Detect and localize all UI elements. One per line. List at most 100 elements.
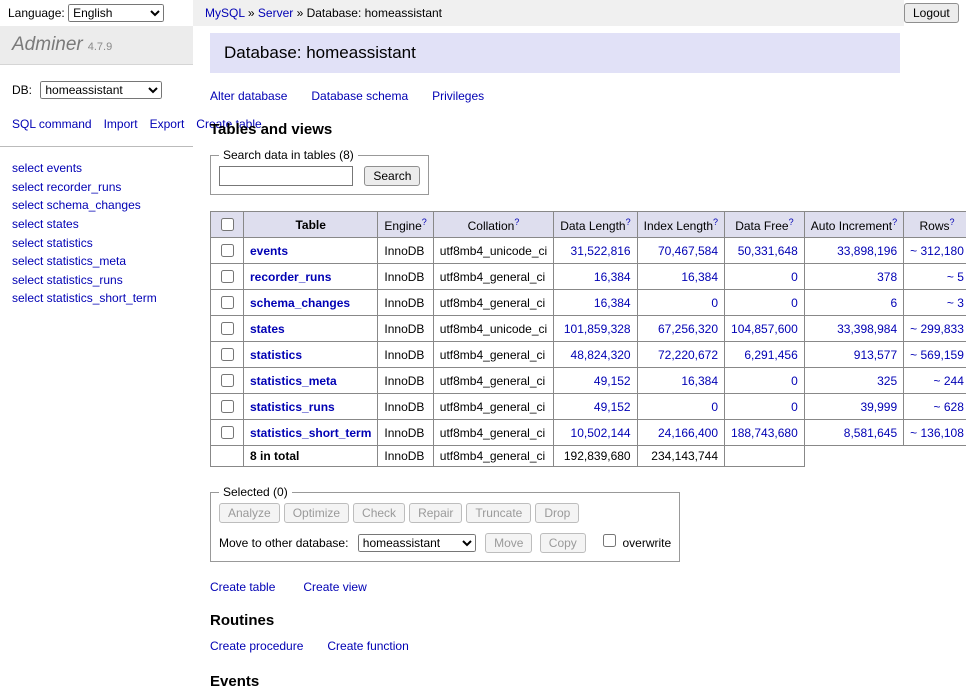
table-name-link[interactable]: statistics_short_term bbox=[250, 426, 371, 440]
optimize-button[interactable]: Optimize bbox=[284, 503, 349, 523]
breadcrumb-link[interactable]: MySQL bbox=[205, 6, 245, 20]
sidebar-link-import[interactable]: Import bbox=[104, 117, 138, 131]
search-input[interactable] bbox=[219, 166, 353, 186]
sidebar-link-export[interactable]: Export bbox=[150, 117, 185, 131]
auto-increment-link[interactable]: 913,577 bbox=[854, 348, 897, 362]
rows-count-link[interactable]: ~ 312,180 bbox=[910, 244, 964, 258]
rows-count-link[interactable]: ~ 3 bbox=[947, 296, 964, 310]
help-link[interactable]: ? bbox=[514, 217, 519, 227]
data-free-link[interactable]: 0 bbox=[791, 270, 798, 284]
sidebar-select-states[interactable]: select states bbox=[12, 215, 181, 234]
move-db-select[interactable]: homeassistant bbox=[358, 534, 476, 552]
index-length-link[interactable]: 0 bbox=[711, 400, 718, 414]
data-free-link[interactable]: 0 bbox=[791, 400, 798, 414]
data-free-link[interactable]: 0 bbox=[791, 374, 798, 388]
check-button[interactable]: Check bbox=[353, 503, 405, 523]
sidebar-link-sql-command[interactable]: SQL command bbox=[12, 117, 92, 131]
link-create-function[interactable]: Create function bbox=[327, 639, 408, 653]
help-link[interactable]: ? bbox=[713, 217, 718, 227]
table-name-link[interactable]: schema_changes bbox=[250, 296, 350, 310]
help-link[interactable]: ? bbox=[892, 217, 897, 227]
row-checkbox[interactable] bbox=[221, 244, 234, 257]
row-checkbox[interactable] bbox=[221, 348, 234, 361]
data-length-link[interactable]: 49,152 bbox=[594, 374, 631, 388]
sidebar-select-statistics_runs[interactable]: select statistics_runs bbox=[12, 271, 181, 290]
app-name[interactable]: Adminer bbox=[12, 34, 83, 55]
sidebar-select-events[interactable]: select events bbox=[12, 159, 181, 178]
data-length-link[interactable]: 48,824,320 bbox=[571, 348, 631, 362]
logout-button[interactable]: Logout bbox=[904, 3, 959, 23]
table-name-link[interactable]: statistics bbox=[250, 348, 302, 362]
help-link[interactable]: ? bbox=[422, 217, 427, 227]
table-name-link[interactable]: events bbox=[250, 244, 288, 258]
data-free-link[interactable]: 0 bbox=[791, 296, 798, 310]
row-checkbox[interactable] bbox=[221, 426, 234, 439]
table-name-link[interactable]: recorder_runs bbox=[250, 270, 331, 284]
rows-count-link[interactable]: ~ 136,108 bbox=[910, 426, 964, 440]
help-link[interactable]: ? bbox=[626, 217, 631, 227]
language-select[interactable]: English bbox=[68, 4, 164, 22]
overwrite-checkbox[interactable] bbox=[603, 534, 616, 547]
row-checkbox[interactable] bbox=[221, 374, 234, 387]
data-free-link[interactable]: 104,857,600 bbox=[731, 322, 798, 336]
row-checkbox[interactable] bbox=[221, 400, 234, 413]
move-button[interactable]: Move bbox=[485, 533, 532, 553]
auto-increment-link[interactable]: 33,398,984 bbox=[837, 322, 897, 336]
auto-increment-link[interactable]: 39,999 bbox=[860, 400, 897, 414]
rows-count-link[interactable]: ~ 244 bbox=[934, 374, 964, 388]
data-free-link[interactable]: 50,331,648 bbox=[738, 244, 798, 258]
index-length-link[interactable]: 16,384 bbox=[681, 270, 718, 284]
sidebar-select-statistics_meta[interactable]: select statistics_meta bbox=[12, 252, 181, 271]
data-length-link[interactable]: 16,384 bbox=[594, 296, 631, 310]
repair-button[interactable]: Repair bbox=[409, 503, 462, 523]
sidebar-select-statistics[interactable]: select statistics bbox=[12, 234, 181, 253]
table-name-link[interactable]: statistics_runs bbox=[250, 400, 335, 414]
sidebar-select-recorder_runs[interactable]: select recorder_runs bbox=[12, 178, 181, 197]
data-length-link[interactable]: 10,502,144 bbox=[571, 426, 631, 440]
copy-button[interactable]: Copy bbox=[540, 533, 586, 553]
index-length-link[interactable]: 24,166,400 bbox=[658, 426, 718, 440]
auto-increment-link[interactable]: 8,581,645 bbox=[844, 426, 897, 440]
breadcrumb-link[interactable]: Server bbox=[258, 6, 293, 20]
row-checkbox[interactable] bbox=[221, 322, 234, 335]
index-length-link[interactable]: 0 bbox=[711, 296, 718, 310]
help-link[interactable]: ? bbox=[950, 217, 955, 227]
index-length-link[interactable]: 72,220,672 bbox=[658, 348, 718, 362]
action-link-privileges[interactable]: Privileges bbox=[432, 89, 484, 103]
row-checkbox[interactable] bbox=[221, 296, 234, 309]
auto-increment-link[interactable]: 378 bbox=[877, 270, 897, 284]
auto-increment-link[interactable]: 33,898,196 bbox=[837, 244, 897, 258]
select-all-checkbox[interactable] bbox=[221, 218, 234, 231]
action-link-database-schema[interactable]: Database schema bbox=[311, 89, 408, 103]
data-length-link[interactable]: 49,152 bbox=[594, 400, 631, 414]
auto-increment-link[interactable]: 6 bbox=[890, 296, 897, 310]
search-button[interactable]: Search bbox=[364, 166, 420, 186]
sidebar-select-schema_changes[interactable]: select schema_changes bbox=[12, 196, 181, 215]
table-name-link[interactable]: statistics_meta bbox=[250, 374, 337, 388]
rows-count-link[interactable]: ~ 299,833 bbox=[910, 322, 964, 336]
data-length-link[interactable]: 31,522,816 bbox=[571, 244, 631, 258]
index-length-link[interactable]: 67,256,320 bbox=[658, 322, 718, 336]
help-link[interactable]: ? bbox=[789, 217, 794, 227]
auto-increment-link[interactable]: 325 bbox=[877, 374, 897, 388]
rows-count-link[interactable]: ~ 569,159 bbox=[910, 348, 964, 362]
link-create-procedure[interactable]: Create procedure bbox=[210, 639, 303, 653]
table-name-link[interactable]: states bbox=[250, 322, 285, 336]
sidebar-select-statistics_short_term[interactable]: select statistics_short_term bbox=[12, 289, 181, 308]
rows-count-link[interactable]: ~ 5 bbox=[947, 270, 964, 284]
data-free-link[interactable]: 6,291,456 bbox=[744, 348, 797, 362]
action-link-alter-database[interactable]: Alter database bbox=[210, 89, 287, 103]
data-length-link[interactable]: 101,859,328 bbox=[564, 322, 631, 336]
index-length-link[interactable]: 70,467,584 bbox=[658, 244, 718, 258]
index-length-link[interactable]: 16,384 bbox=[681, 374, 718, 388]
data-free-link[interactable]: 188,743,680 bbox=[731, 426, 798, 440]
analyze-button[interactable]: Analyze bbox=[219, 503, 280, 523]
drop-button[interactable]: Drop bbox=[535, 503, 579, 523]
truncate-button[interactable]: Truncate bbox=[466, 503, 531, 523]
data-length-link[interactable]: 16,384 bbox=[594, 270, 631, 284]
db-select[interactable]: homeassistant bbox=[40, 81, 162, 99]
row-checkbox[interactable] bbox=[221, 270, 234, 283]
rows-count-link[interactable]: ~ 628 bbox=[934, 400, 964, 414]
link-create-view[interactable]: Create view bbox=[303, 580, 366, 594]
link-create-table[interactable]: Create table bbox=[210, 580, 275, 594]
